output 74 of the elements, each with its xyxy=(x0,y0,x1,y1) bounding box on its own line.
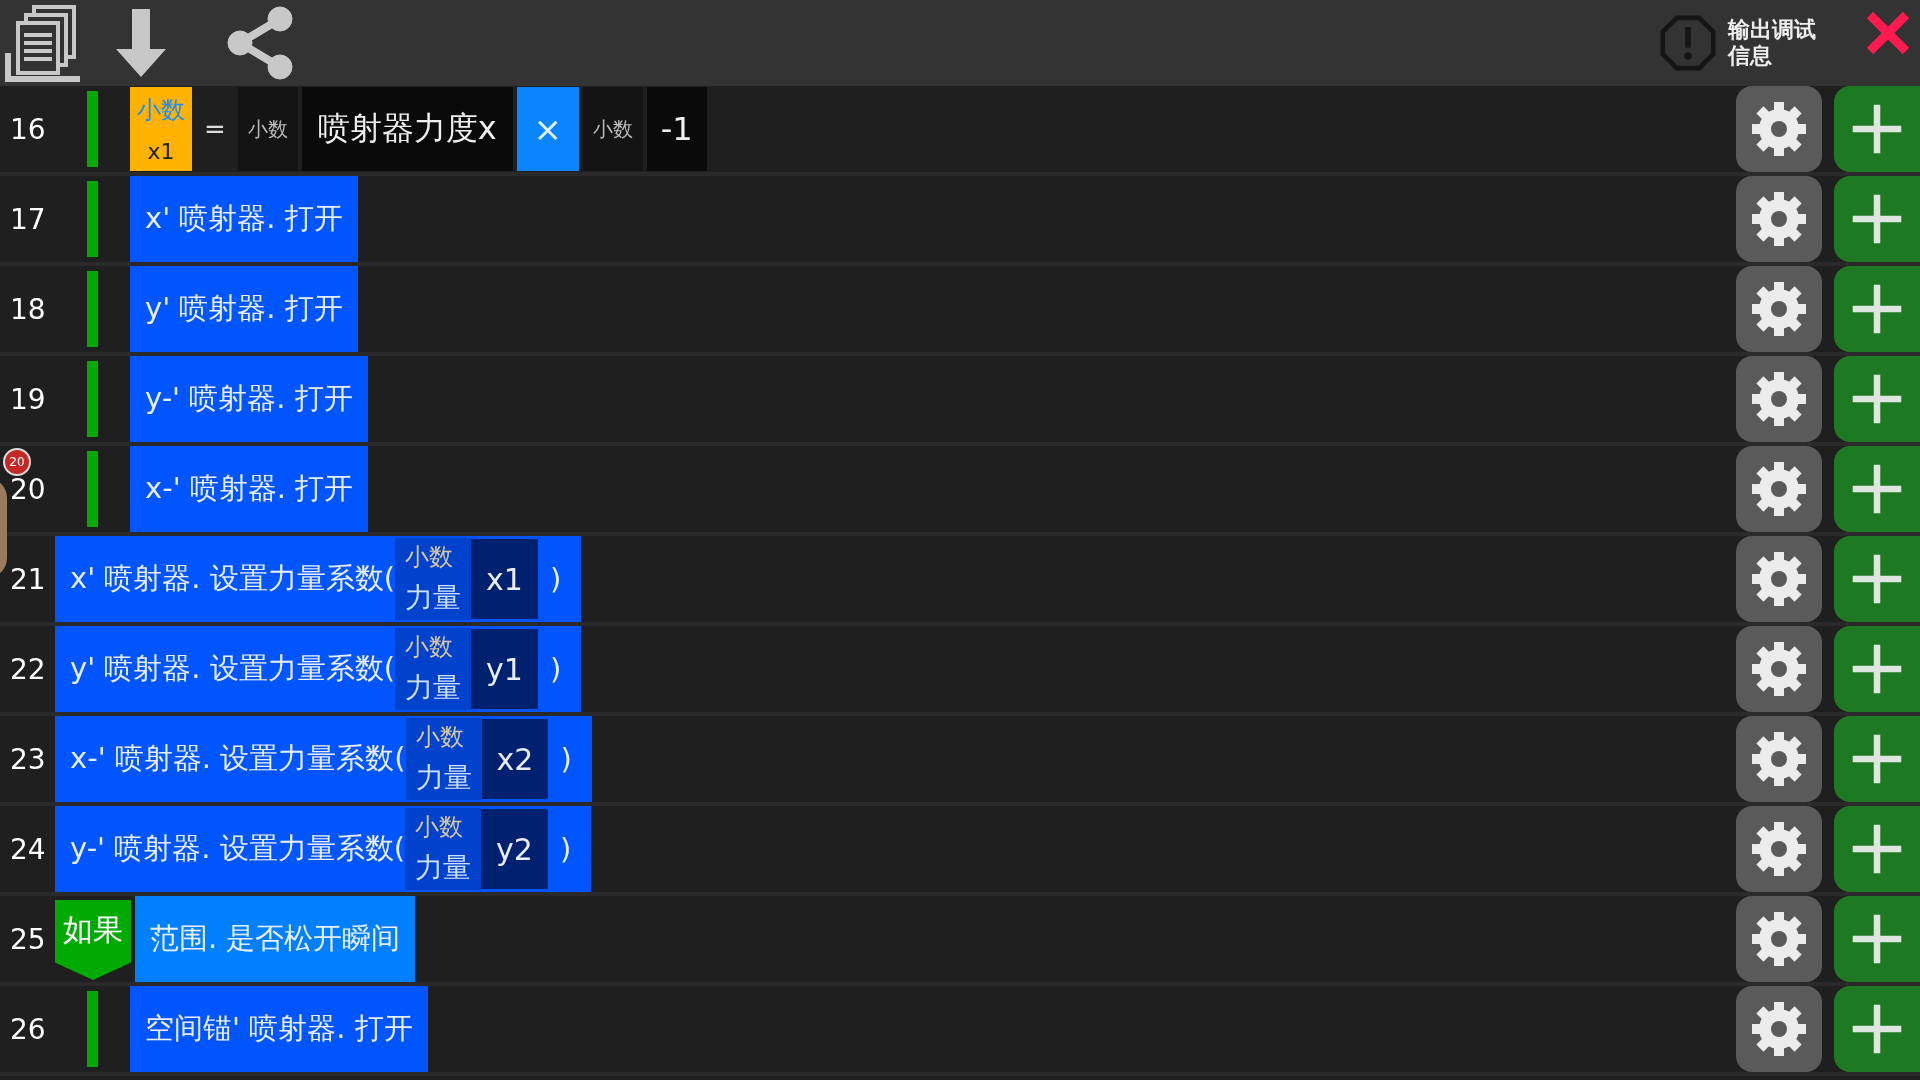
parameter-label: 小数 力量 xyxy=(395,628,472,710)
add-button[interactable] xyxy=(1834,356,1920,442)
variable-block[interactable]: 小数 x1 xyxy=(130,87,192,171)
method-call-text: x-' 喷射器. 设置力量系数( xyxy=(70,740,406,777)
gear-icon xyxy=(1749,189,1809,249)
gear-icon xyxy=(1749,459,1809,519)
add-button[interactable] xyxy=(1834,806,1920,892)
code-block[interactable]: x' 喷射器. 打开 xyxy=(130,176,358,262)
add-button[interactable] xyxy=(1834,986,1920,1072)
debug-output-button[interactable]: 输出调试信息 xyxy=(1660,15,1816,71)
line-number: 24 xyxy=(9,832,47,866)
line-number: 22 xyxy=(9,652,47,686)
type-label: 小数 xyxy=(237,87,298,171)
parameter-label: 小数 力量 xyxy=(405,718,482,800)
close-paren: ) xyxy=(559,742,572,776)
parameter-label: 小数 力量 xyxy=(395,538,472,620)
warning-icon xyxy=(1660,15,1716,71)
gear-icon xyxy=(1749,279,1809,339)
number-value[interactable]: -1 xyxy=(646,87,707,171)
gear-icon xyxy=(1749,369,1809,429)
code-block[interactable]: y-' 喷射器. 打开 xyxy=(130,356,368,442)
method-call-text: x' 喷射器. 设置力量系数( xyxy=(70,560,396,597)
add-button[interactable] xyxy=(1834,266,1920,352)
close-paren: ) xyxy=(548,562,562,596)
line-number: 26 xyxy=(9,1012,47,1046)
notification-badge[interactable]: 20 xyxy=(3,448,31,476)
gear-icon xyxy=(1749,99,1809,159)
settings-button[interactable] xyxy=(1736,626,1822,712)
gear-icon xyxy=(1749,639,1809,699)
close-paren: ) xyxy=(558,832,572,866)
gear-icon xyxy=(1749,909,1809,969)
line-number: 19 xyxy=(9,382,47,416)
settings-button[interactable] xyxy=(1736,716,1822,802)
parameter-value[interactable]: y2 xyxy=(481,809,548,889)
add-button[interactable] xyxy=(1834,716,1920,802)
settings-button[interactable] xyxy=(1736,446,1822,532)
settings-button[interactable] xyxy=(1736,806,1822,892)
line-number: 16 xyxy=(9,112,47,146)
gear-icon xyxy=(1749,999,1809,1059)
method-call-text: y' 喷射器. 设置力量系数( xyxy=(70,650,396,687)
parameter-value[interactable]: x2 xyxy=(481,719,549,799)
settings-button[interactable] xyxy=(1736,266,1822,352)
equals-sign: = xyxy=(203,114,227,144)
add-button[interactable] xyxy=(1834,536,1920,622)
type-label: 小数 xyxy=(582,87,643,171)
settings-button[interactable] xyxy=(1736,356,1822,442)
settings-button[interactable] xyxy=(1736,896,1822,982)
method-call-text: y-' 喷射器. 设置力量系数( xyxy=(70,830,406,867)
parameter-value[interactable]: y1 xyxy=(471,629,538,709)
settings-button[interactable] xyxy=(1736,176,1822,262)
settings-button[interactable] xyxy=(1736,536,1822,622)
parameter-value[interactable]: x1 xyxy=(471,539,538,619)
gear-icon xyxy=(1749,549,1809,609)
code-block[interactable]: 空间锚' 喷射器. 打开 xyxy=(130,986,428,1072)
line-number: 25 xyxy=(9,922,47,956)
add-button[interactable] xyxy=(1834,176,1920,262)
add-button[interactable] xyxy=(1834,626,1920,712)
parameter-label: 小数 力量 xyxy=(405,808,482,890)
add-button[interactable] xyxy=(1834,86,1920,172)
line-number: 23 xyxy=(9,742,47,776)
line-number: 17 xyxy=(9,202,47,236)
code-block[interactable]: x-' 喷射器. 打开 xyxy=(130,446,369,532)
close-icon[interactable] xyxy=(1866,11,1910,55)
line-number: 21 xyxy=(9,562,47,596)
add-button[interactable] xyxy=(1834,446,1920,532)
line-number: 18 xyxy=(9,292,47,326)
gear-icon xyxy=(1749,729,1809,789)
settings-button[interactable] xyxy=(1736,86,1822,172)
gear-icon xyxy=(1749,819,1809,879)
close-paren: ) xyxy=(548,652,562,686)
add-button[interactable] xyxy=(1834,896,1920,982)
settings-button[interactable] xyxy=(1736,986,1822,1072)
variable-value[interactable]: 喷射器力度x xyxy=(301,87,513,171)
code-block[interactable]: y' 喷射器. 打开 xyxy=(130,266,358,352)
